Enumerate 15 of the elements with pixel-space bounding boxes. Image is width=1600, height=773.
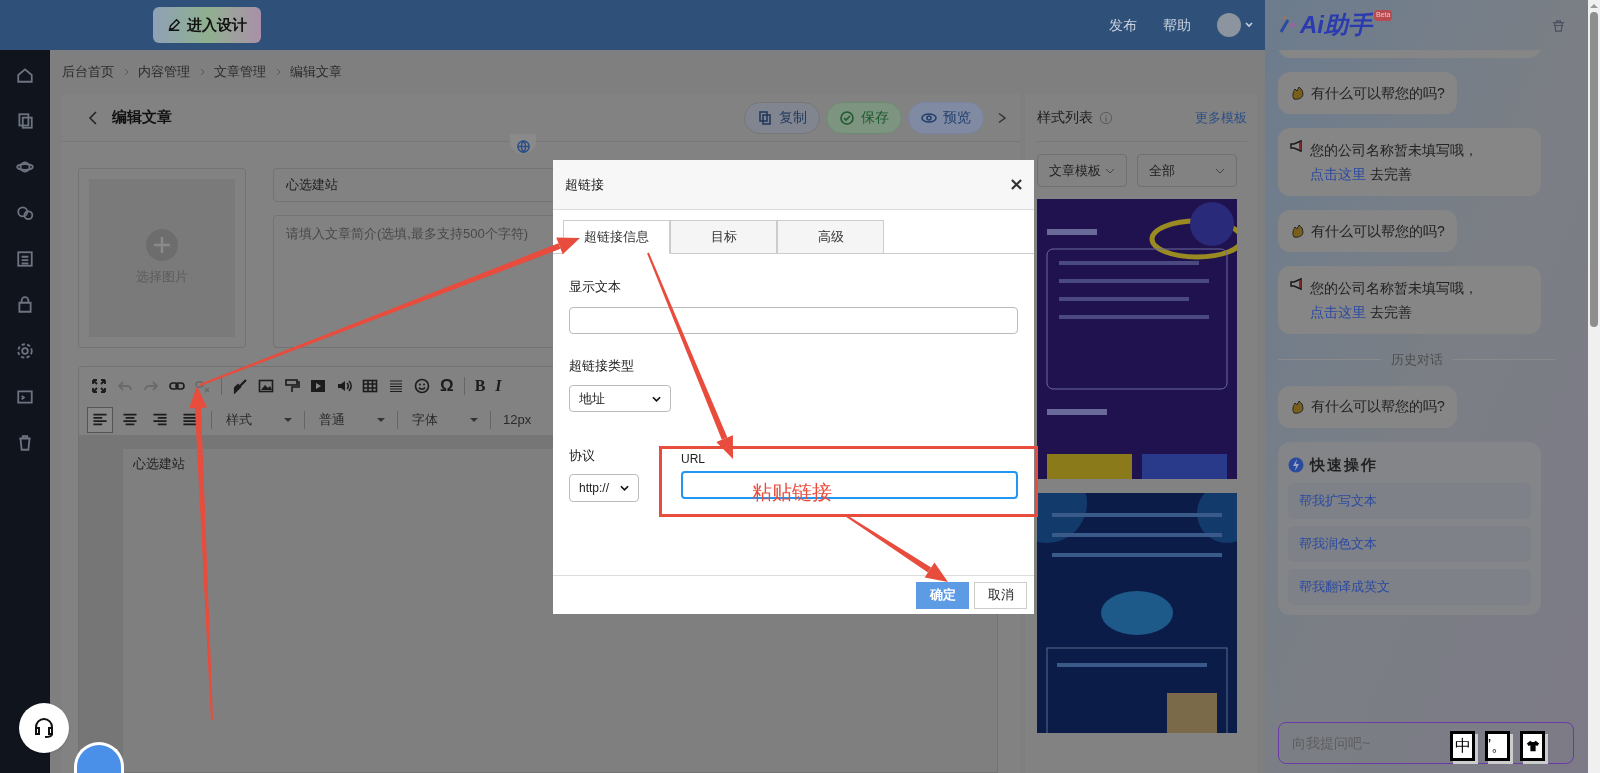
quick-actions-title: 快速操作 bbox=[1310, 454, 1378, 475]
dialog-title: 超链接 bbox=[565, 175, 604, 194]
message-text: 您的公司名称暂未填写哦， 点击这里 去完善 bbox=[1310, 279, 1479, 322]
panel-title: 样式列表 bbox=[1037, 108, 1093, 127]
message-text: 有什么可以帮您的吗? bbox=[1311, 221, 1445, 241]
page-title: 编辑文章 bbox=[112, 107, 172, 128]
field-label: 协议 bbox=[569, 447, 596, 465]
message-text: 有什么可以帮您的吗? bbox=[1311, 83, 1445, 103]
message-text: 有什么可以帮您的吗? bbox=[1311, 397, 1445, 416]
editor-text: 心选建站 bbox=[133, 456, 185, 471]
field-label: URL bbox=[681, 451, 705, 468]
field-label: 显示文本 bbox=[569, 278, 622, 296]
field-label: 超链接类型 bbox=[569, 356, 635, 375]
message-text: 您的公司名称暂未填写哦， 点击这里 去完善 bbox=[1310, 141, 1479, 184]
assistant-logo: Ai助手 bbox=[1300, 10, 1372, 40]
